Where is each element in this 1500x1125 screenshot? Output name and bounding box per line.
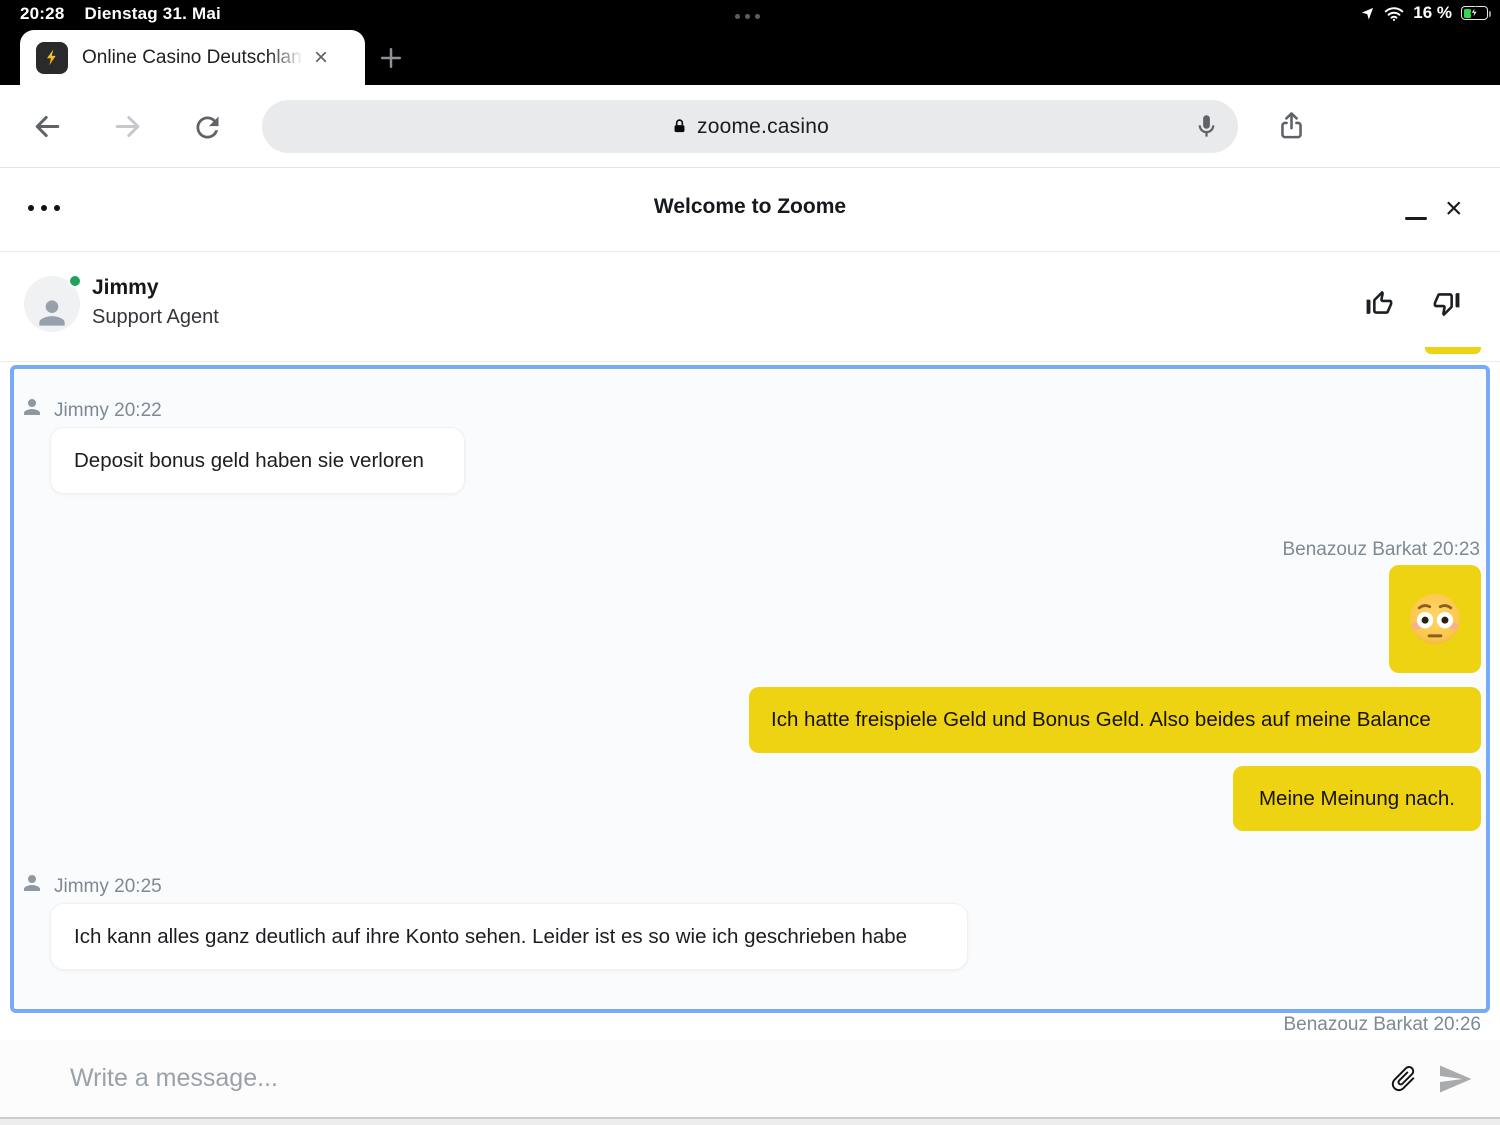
browser-toolbar: zoome.casino 1	[0, 85, 1500, 211]
agent-message-bubble: Deposit bonus geld haben sie verloren	[50, 427, 465, 494]
battery-charging-icon	[1461, 6, 1491, 20]
user-message-bubble: Ich hatte freispiele Geld und Bonus Geld…	[749, 687, 1481, 753]
online-status-dot	[68, 274, 82, 288]
wifi-icon	[1384, 6, 1404, 21]
thumbs-up-icon[interactable]	[1364, 288, 1395, 319]
forward-icon	[112, 111, 143, 142]
lock-icon	[671, 118, 688, 135]
thumbs-down-icon[interactable]	[1431, 288, 1462, 319]
tab-close-icon[interactable]: ×	[314, 45, 328, 70]
minimize-icon[interactable]	[1405, 217, 1427, 220]
clock-time: 20:28	[20, 4, 65, 23]
flushed-face-emoji-icon	[1407, 591, 1463, 647]
chat-title: Welcome to Zoome	[653, 195, 847, 218]
voice-search-icon[interactable]	[1193, 113, 1220, 140]
close-chat-icon[interactable]: ×	[1445, 194, 1463, 224]
reload-icon[interactable]	[191, 111, 224, 144]
battery-percent: 16 %	[1413, 3, 1452, 22]
scrolled-bubble-sliver	[1425, 347, 1481, 354]
address-bar[interactable]: zoome.casino	[262, 100, 1238, 153]
location-icon	[1360, 6, 1375, 21]
user-message-bubble	[1389, 565, 1481, 673]
attachment-paperclip-icon[interactable]	[1388, 1063, 1419, 1094]
message-author-timestamp: Jimmy 20:25	[54, 876, 162, 897]
agent-message-avatar-icon	[20, 395, 44, 419]
multitask-dots-icon	[735, 14, 760, 19]
user-message-bubble: Meine Meinung nach.	[1233, 766, 1481, 831]
agent-name: Jimmy	[92, 276, 159, 299]
message-input[interactable]	[70, 1056, 1070, 1100]
agent-message-bubble: Ich kann alles ganz deutlich auf ihre Ko…	[50, 903, 968, 970]
clock-date: Dienstag 31. Mai	[84, 4, 221, 23]
agent-role: Support Agent	[92, 306, 219, 328]
agent-message-avatar-icon	[20, 871, 44, 895]
chat-header: Welcome to Zoome ×	[0, 168, 1500, 252]
browser-tab-casino[interactable]: Online Casino Deutschlan ×	[20, 30, 365, 85]
chat-message-list[interactable]: Jimmy 20:22 Deposit bonus geld haben sie…	[10, 365, 1490, 1013]
bottom-divider	[0, 1117, 1500, 1125]
message-author-timestamp: Jimmy 20:22	[54, 400, 162, 421]
tab-strip: Online Casino Deutschlan ×	[0, 30, 1500, 85]
share-icon[interactable]	[1276, 110, 1307, 141]
message-author-timestamp: Benazouz Barkat 20:23	[1282, 539, 1480, 560]
tab-title: Online Casino Deutschlan	[82, 46, 310, 69]
send-message-icon[interactable]	[1437, 1061, 1473, 1097]
url-text: zoome.casino	[697, 114, 829, 138]
back-icon[interactable]	[32, 111, 63, 142]
lightning-favicon-icon	[36, 41, 68, 74]
message-author-timestamp: Benazouz Barkat 20:26	[1283, 1014, 1481, 1035]
status-bar: 20:28 Dienstag 31. Mai 16 %	[0, 0, 1500, 30]
message-composer	[0, 1040, 1500, 1117]
new-tab-icon[interactable]	[376, 43, 406, 73]
agent-bar: Jimmy Support Agent	[0, 252, 1500, 362]
